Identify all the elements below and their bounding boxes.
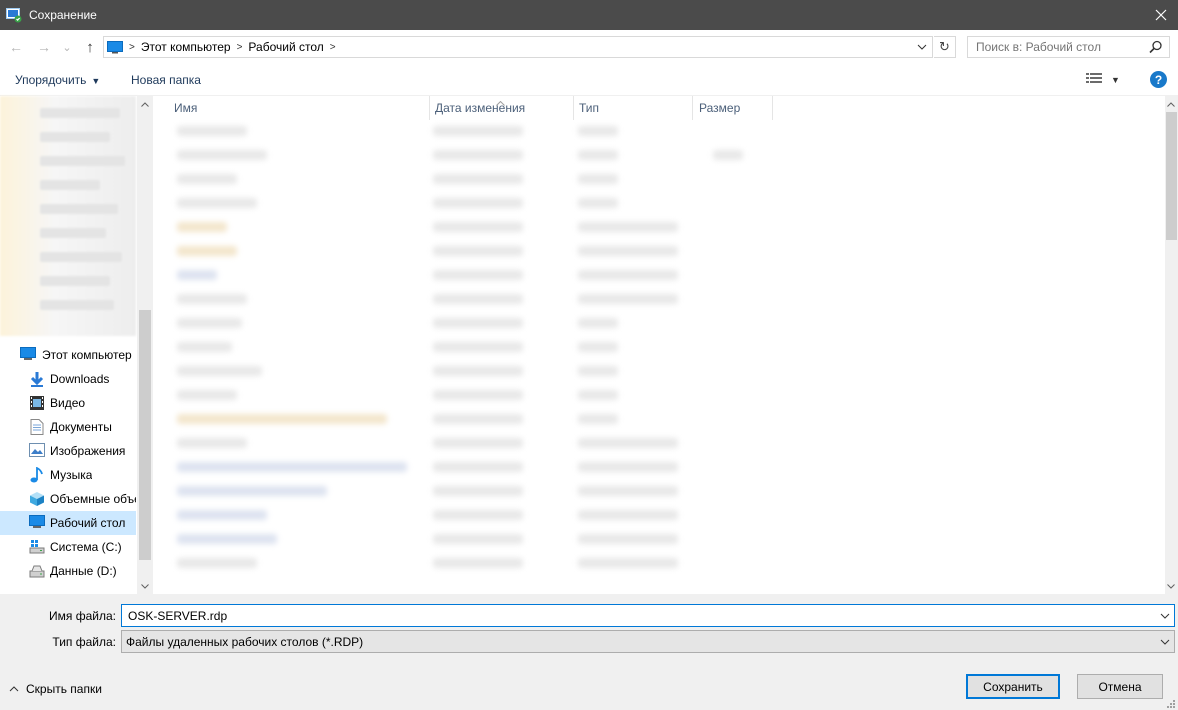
sidebar-item-documents[interactable]: Документы	[0, 415, 136, 439]
forward-icon[interactable]: →	[34, 37, 54, 57]
view-options-button[interactable]: ▼	[1086, 72, 1120, 87]
organize-button[interactable]: Упорядочить ▼	[15, 73, 100, 87]
chevron-down-icon[interactable]	[137, 578, 153, 594]
chevron-down-icon: ▼	[1111, 74, 1120, 85]
blurred-quick-access	[0, 96, 136, 336]
sidebar-item-3d-objects[interactable]: Объемные объекты	[0, 487, 136, 511]
refresh-icon[interactable]: ↻	[934, 36, 956, 58]
sidebar-item-this-pc[interactable]: Этот компьютер	[0, 343, 136, 367]
file-list-scrollbar[interactable]	[1165, 96, 1178, 594]
sidebar-item-video[interactable]: Видео	[0, 391, 136, 415]
breadcrumb-desktop[interactable]: Рабочий стол	[248, 40, 323, 54]
new-folder-button[interactable]: Новая папка	[131, 73, 201, 87]
sidebar-item-label: Видео	[50, 396, 86, 410]
resize-grip-icon[interactable]	[1166, 698, 1176, 708]
music-icon	[30, 466, 46, 483]
back-icon[interactable]: ←	[6, 37, 26, 57]
filetype-select[interactable]: Файлы удаленных рабочих столов (*.RDP)	[121, 630, 1175, 653]
filetype-value: Файлы удаленных рабочих столов (*.RDP)	[126, 634, 364, 649]
column-header-type[interactable]: Тип	[574, 96, 693, 120]
filename-label: Имя файла:	[49, 609, 116, 623]
navigation-pane: Этот компьютер Downloads Видео Документы…	[0, 96, 153, 594]
title-bar: Сохранение	[0, 0, 1178, 30]
recent-locations-icon[interactable]: ⌄	[60, 37, 74, 57]
desktop-icon	[29, 515, 45, 531]
sidebar-item-label: Музыка	[50, 468, 93, 482]
search-icon[interactable]	[1149, 40, 1163, 57]
chevron-down-icon[interactable]	[1164, 578, 1178, 594]
chevron-down-icon[interactable]	[1158, 634, 1172, 650]
computer-icon	[20, 347, 36, 363]
video-icon	[29, 395, 45, 411]
chevron-up-icon[interactable]	[137, 96, 153, 112]
save-dialog-icon	[6, 7, 22, 23]
search-input[interactable]	[968, 40, 1138, 54]
sidebar-item-label: Объемные объекты	[50, 492, 136, 506]
scrollbar-thumb[interactable]	[1166, 112, 1177, 240]
sidebar-item-label: Этот компьютер	[42, 348, 132, 362]
up-icon[interactable]: ↑	[80, 37, 100, 57]
save-form: Имя файла: Тип файла: Файлы удаленных ра…	[0, 594, 1178, 710]
filename-combobox[interactable]	[121, 604, 1175, 627]
sidebar-item-label: Изображения	[50, 444, 126, 458]
column-header-date[interactable]: Дата изменения	[430, 96, 574, 120]
breadcrumb-this-pc[interactable]: Этот компьютер	[141, 40, 231, 54]
drive-d-icon	[29, 563, 45, 579]
chevron-down-icon[interactable]	[1158, 608, 1172, 624]
file-list-pane: Имя Дата изменения Тип Размер	[153, 96, 1178, 594]
sidebar-item-label: Рабочий стол	[50, 516, 126, 530]
sidebar-item-label: Downloads	[50, 372, 110, 386]
breadcrumb-separator-icon[interactable]: >	[330, 42, 336, 53]
document-icon	[30, 419, 46, 435]
sidebar-item-drive-c[interactable]: Система (C:)	[0, 535, 136, 559]
breadcrumb-separator-icon[interactable]: >	[129, 42, 135, 53]
chevron-up-icon[interactable]	[1164, 96, 1178, 112]
search-box[interactable]	[967, 36, 1170, 58]
filetype-label: Тип файла:	[52, 635, 116, 649]
column-header-size[interactable]: Размер	[693, 96, 773, 120]
command-bar: Упорядочить ▼ Новая папка ▼ ?	[0, 64, 1178, 96]
sidebar-item-label: Система (C:)	[50, 540, 122, 554]
cancel-button[interactable]: Отмена	[1077, 674, 1163, 699]
download-icon	[29, 371, 45, 387]
hide-folders-label: Скрыть папки	[26, 682, 102, 696]
sidebar-item-pictures[interactable]: Изображения	[0, 439, 136, 463]
sidebar-item-label: Документы	[50, 420, 112, 434]
close-icon[interactable]	[1144, 0, 1178, 30]
scrollbar-thumb[interactable]	[139, 310, 151, 560]
filename-input[interactable]	[122, 608, 1142, 623]
sidebar-item-label: Данные (D:)	[50, 564, 117, 578]
column-header-name[interactable]: Имя	[168, 96, 430, 120]
hide-folders-toggle[interactable]: Скрыть папки	[9, 682, 102, 696]
blurred-file-list	[173, 120, 783, 588]
sidebar-item-desktop[interactable]: Рабочий стол	[0, 511, 136, 535]
drive-c-icon	[29, 539, 45, 555]
cube-icon	[29, 491, 45, 507]
address-bar[interactable]: > Этот компьютер > Рабочий стол >	[103, 36, 933, 58]
chevron-up-icon	[9, 686, 19, 692]
sidebar-item-music[interactable]: Музыка	[0, 463, 136, 487]
window-title: Сохранение	[29, 8, 97, 22]
breadcrumb-separator-icon[interactable]: >	[237, 42, 243, 53]
sidebar-item-drive-d[interactable]: Данные (D:)	[0, 559, 136, 583]
details-view-icon	[1086, 72, 1102, 87]
save-button[interactable]: Сохранить	[966, 674, 1060, 699]
sidebar-item-downloads[interactable]: Downloads	[0, 367, 136, 391]
help-icon[interactable]: ?	[1150, 71, 1167, 88]
navigation-bar: ← → ⌄ ↑ > Этот компьютер > Рабочий стол …	[0, 30, 1178, 64]
organize-label: Упорядочить	[15, 73, 87, 87]
sidebar-scrollbar[interactable]	[137, 96, 153, 594]
chevron-down-icon[interactable]	[914, 39, 930, 55]
computer-icon	[107, 40, 123, 54]
chevron-down-icon: ▼	[91, 76, 101, 86]
image-icon	[29, 443, 45, 459]
